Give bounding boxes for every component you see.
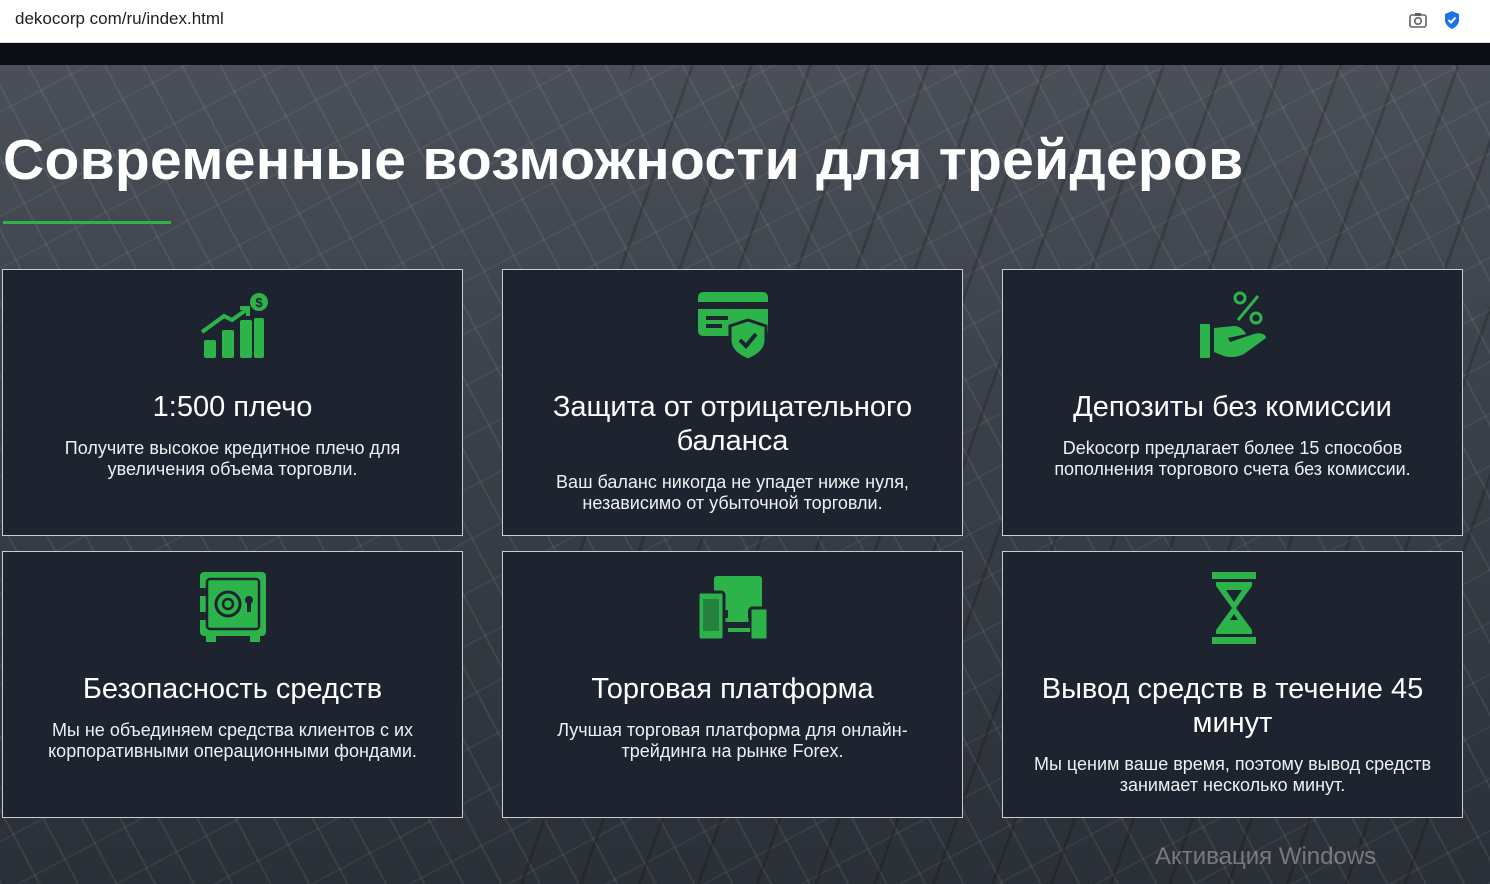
chart-growth-icon: $ [198, 290, 270, 362]
feature-title: Безопасность средств [82, 673, 383, 705]
windows-activation-watermark: Активация Windows [1155, 843, 1377, 870]
feature-description: Лучшая торговая платформа для онлайн-тре… [557, 720, 908, 761]
feature-title: Защита от отрицательного баланса [552, 391, 913, 457]
section-heading: Современные возможности для трейдеров [3, 128, 1244, 192]
feature-description: Ваш баланс никогда не упадет ниже нуля, … [556, 472, 909, 513]
devices-icon [698, 572, 770, 644]
hand-percent-icon [1198, 290, 1270, 362]
feature-title: Торговая платформа [591, 673, 874, 705]
feature-description: Dekocorp предлагает более 15 способов по… [1054, 438, 1411, 479]
svg-text:$: $ [255, 295, 263, 310]
feature-title: 1:500 плечо [152, 391, 313, 423]
heading-underline [3, 221, 171, 224]
card-shield-icon [698, 290, 770, 362]
feature-card-withdrawal: Вывод средств в течение 45 минут Мы цени… [1002, 551, 1463, 818]
feature-description: Получите высокое кредитное плечо для уве… [64, 438, 401, 479]
feature-card-trading-platform: Торговая платформа Лучшая торговая платф… [502, 551, 963, 818]
feature-description: Мы не объединяем средства клиентов с их … [48, 720, 417, 761]
top-navigation-bar [0, 43, 1490, 65]
browser-address-bar[interactable]: dekocorp com/ru/index.html [0, 0, 1490, 43]
feature-card-negative-balance: Защита от отрицательного баланса Ваш бал… [502, 269, 963, 536]
feature-card-deposits: Депозиты без комиссии Dekocorp предлагае… [1002, 269, 1463, 536]
shield-check-icon[interactable] [1442, 10, 1462, 30]
features-section: Современные возможности для трейдеров $ … [0, 65, 1490, 884]
feature-card-leverage: $ 1:500 плечо Получите высокое кредитное… [2, 269, 463, 536]
safe-icon [198, 572, 270, 644]
url-text[interactable]: dekocorp com/ru/index.html [15, 9, 224, 29]
feature-description: Мы ценим ваше время, поэтому вывод средс… [1033, 754, 1432, 795]
feature-card-fund-security: Безопасность средств Мы не объединяем ср… [2, 551, 463, 818]
hourglass-icon [1198, 572, 1270, 644]
feature-title: Депозиты без комиссии [1073, 391, 1392, 423]
camera-icon[interactable] [1408, 10, 1428, 30]
feature-title: Вывод средств в течение 45 минут [1041, 673, 1424, 739]
